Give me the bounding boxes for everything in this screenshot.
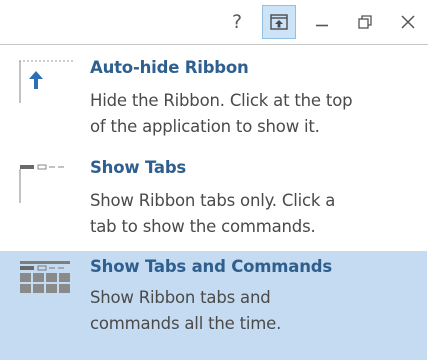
close-button[interactable]: [392, 6, 424, 38]
ribbon-display-options-menu: Auto-hide Ribbon Hide the Ribbon. Click …: [0, 44, 428, 360]
auto-hide-ribbon-icon: [19, 60, 73, 103]
menu-item-show-tabs[interactable]: Show Tabs Show Ribbon tabs only. Click a…: [0, 152, 427, 249]
menu-item-description-line: of the application to show it.: [90, 117, 320, 136]
menu-item-description: Hide the Ribbon. Click at the top of the…: [90, 88, 410, 140]
menu-item-description: Show Ribbon tabs only. Click a tab to sh…: [90, 188, 410, 240]
menu-item-description-line: Hide the Ribbon. Click at the top: [90, 91, 353, 110]
minimize-icon: [316, 24, 328, 27]
restore-icon: [358, 15, 372, 29]
menu-item-title: Auto-hide Ribbon: [90, 58, 249, 77]
help-icon: ?: [231, 11, 243, 33]
show-tabs-icon: [19, 164, 64, 203]
ribbon-display-options-button[interactable]: [262, 5, 296, 39]
menu-item-description-line: Show Ribbon tabs only. Click a: [90, 191, 336, 210]
restore-button[interactable]: [349, 6, 381, 38]
menu-item-description-line: commands all the time.: [90, 314, 282, 333]
close-icon: [401, 15, 415, 29]
menu-item-title: Show Tabs and Commands: [90, 257, 332, 276]
menu-item-description-line: Show Ribbon tabs and: [90, 288, 271, 307]
title-bar: ?: [0, 0, 428, 44]
menu-item-description: Show Ribbon tabs and commands all the ti…: [90, 285, 410, 337]
menu-item-show-tabs-and-commands[interactable]: Show Tabs and Commands Show Ribbon tabs …: [0, 251, 427, 360]
ribbon-display-options-icon: [270, 14, 288, 30]
menu-item-auto-hide-ribbon[interactable]: Auto-hide Ribbon Hide the Ribbon. Click …: [0, 52, 427, 152]
show-tabs-and-commands-icon: [20, 261, 70, 293]
menu-item-description-line: tab to show the commands.: [90, 217, 316, 236]
menu-item-title: Show Tabs: [90, 158, 187, 177]
ribbon-display-options-window: ? Auto-hide Ribbon Hide the Ribbon. Clic…: [0, 0, 428, 360]
help-button[interactable]: ?: [221, 6, 253, 38]
minimize-button[interactable]: [306, 6, 338, 38]
